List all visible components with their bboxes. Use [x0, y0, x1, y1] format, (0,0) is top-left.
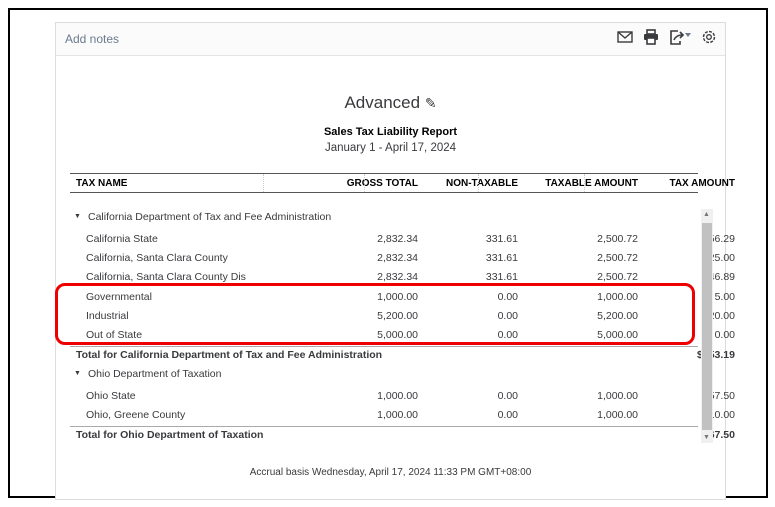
table-row: Ohio State 1,000.00 0.00 1,000.00 57.50 [70, 388, 735, 406]
table-cell: 1,000.00 [377, 390, 418, 402]
table-cell: 0.00 [497, 390, 518, 402]
table-cell: California, Santa Clara County [86, 252, 228, 264]
table-row: Ohio, Greene County 1,000.00 0.00 1,000.00 1… [70, 407, 735, 425]
notes-bar: Add notes [56, 23, 725, 56]
table-cell: 2,832.34 [377, 233, 418, 245]
table-cell: California, Santa Clara County Dis [86, 271, 246, 283]
highlight-box [55, 283, 695, 345]
scrollbar-thumb[interactable] [702, 223, 712, 430]
table-cell: 2,832.34 [377, 271, 418, 283]
col-tax-amount[interactable]: TAX AMOUNT [669, 178, 735, 189]
table-cell: 2,500.72 [597, 252, 638, 264]
table-cell: Total for Ohio Department of Taxation [76, 429, 264, 441]
scrollbar[interactable]: ▲ ▼ [701, 209, 713, 443]
export-icon[interactable] [669, 29, 691, 45]
table-cell: 1,000.00 [597, 390, 638, 402]
col-gross-total[interactable]: GROSS TOTAL [347, 178, 418, 189]
report-card: Add notes Advanced ✎ Sales Tax Liability… [55, 22, 735, 500]
table-row: California State 2,832.34 331.61 2,500.72 15… [70, 231, 735, 249]
table-cell: Ohio, Greene County [86, 409, 186, 421]
col-non-taxable[interactable]: NON-TAXABLE [446, 178, 518, 189]
group-name: Ohio Department of Taxation [88, 368, 222, 380]
table-cell: 2,832.34 [377, 252, 418, 264]
report-date-range: January 1 - April 17, 2024 [324, 142, 457, 154]
table-cell: 331.61 [485, 252, 518, 264]
collapse-icon[interactable]: ▼ [74, 370, 81, 377]
table-cell: 5.00 [714, 291, 735, 303]
table-cell: Total for California Department of Tax a… [76, 349, 383, 361]
table-cell: 331.61 [485, 233, 518, 245]
group-row-california[interactable]: ▼ California Department of Tax and Fee Ad… [70, 209, 698, 227]
table-cell: 2,500.72 [597, 233, 638, 245]
col-tax-name[interactable]: TAX NAME [76, 178, 127, 189]
table-row: California, Santa Clara County 2,832.34 33… [70, 250, 735, 268]
table-cell: 2,500.72 [597, 271, 638, 283]
collapse-icon[interactable]: ▼ [74, 213, 81, 220]
total-row: Total for California Department of Tax a… [70, 346, 735, 364]
table-cell: Ohio State [86, 390, 136, 402]
group-name: California Department of Tax and Fee Adm… [88, 211, 332, 223]
gear-icon[interactable] [701, 29, 717, 45]
col-taxable-amount[interactable]: TAXABLE AMOUNT [545, 178, 638, 189]
table-cell: 331.61 [485, 271, 518, 283]
scroll-up-icon[interactable]: ▲ [703, 211, 710, 218]
print-icon[interactable] [643, 29, 659, 45]
group-row-ohio[interactable]: ▼ Ohio Department of Taxation [70, 366, 698, 384]
report-title-text: Advanced [344, 93, 421, 112]
report-footer: Accrual basis Wednesday, April 17, 2024 … [249, 467, 532, 478]
table-header: TAX NAME GROSS TOTAL NON-TAXABLE TAXABLE… [70, 173, 735, 193]
mail-icon[interactable] [617, 31, 633, 43]
table-cell: 0.00 [497, 409, 518, 421]
table-cell: California State [86, 233, 158, 245]
table-cell: 0.00 [714, 329, 735, 341]
report-name: Sales Tax Liability Report [323, 126, 458, 138]
total-row: Total for Ohio Department of Taxation $67… [70, 426, 735, 444]
add-notes-link[interactable]: Add notes [65, 32, 119, 46]
report-title[interactable]: Advanced ✎ [56, 93, 725, 113]
pencil-icon[interactable]: ✎ [425, 95, 437, 111]
scroll-down-icon[interactable]: ▼ [703, 434, 710, 441]
table-cell: 1,000.00 [377, 409, 418, 421]
table-cell: 1,000.00 [597, 409, 638, 421]
